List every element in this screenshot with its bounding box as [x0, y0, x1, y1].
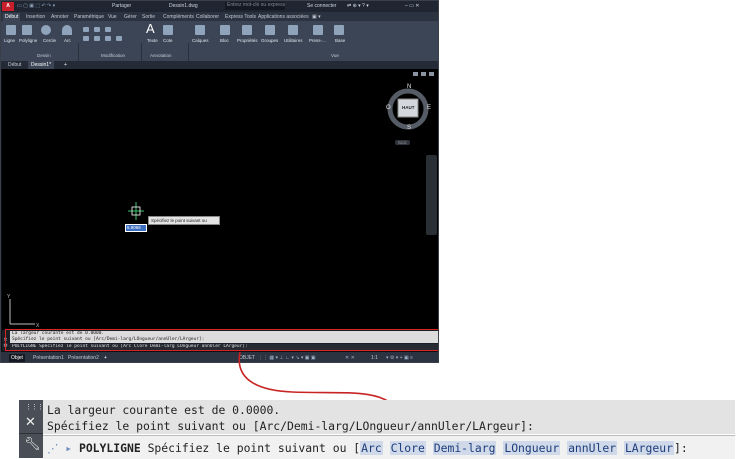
command-prompt-end: ]: [673, 441, 688, 455]
option-annuler[interactable]: annUler [567, 441, 618, 455]
callout-arrow [238, 351, 402, 418]
option-largeur[interactable]: LArgeur [623, 441, 674, 455]
option-longueur[interactable]: LOngueur [503, 441, 561, 455]
zoomed-command-sidebar: ⋮⋮⋮⋮ ✕ 🔧︎ [19, 400, 50, 458]
command-prompt-icon: ⋰ ▸ [47, 441, 73, 455]
close-icon[interactable]: ✕ [25, 414, 36, 430]
option-clore[interactable]: Clore [389, 441, 426, 455]
zoomed-command-history: La largeur courante est de 0.0000. Spéci… [43, 400, 735, 434]
zoomed-command-line: ⋰ ▸ POLYLIGNE Spécifiez le point suivant… [43, 441, 688, 455]
customize-wrench-icon[interactable]: 🔧︎ [24, 436, 41, 452]
command-name: POLYLIGNE [78, 441, 141, 455]
zoomed-command-input[interactable]: ⋰ ▸ POLYLIGNE Spécifiez le point suivant… [43, 435, 735, 459]
command-prompt-text: Spécifiez le point suivant ou [ [147, 441, 361, 455]
option-demi-larg[interactable]: Demi-larg [432, 441, 497, 455]
zoomed-history-line-1: La largeur courante est de 0.0000. [47, 403, 281, 417]
sidebar-divider [19, 433, 43, 434]
option-arc[interactable]: Arc [360, 441, 383, 455]
zoomed-history-line-2: Spécifiez le point suivant ou [Arc/Demi-… [47, 419, 534, 433]
